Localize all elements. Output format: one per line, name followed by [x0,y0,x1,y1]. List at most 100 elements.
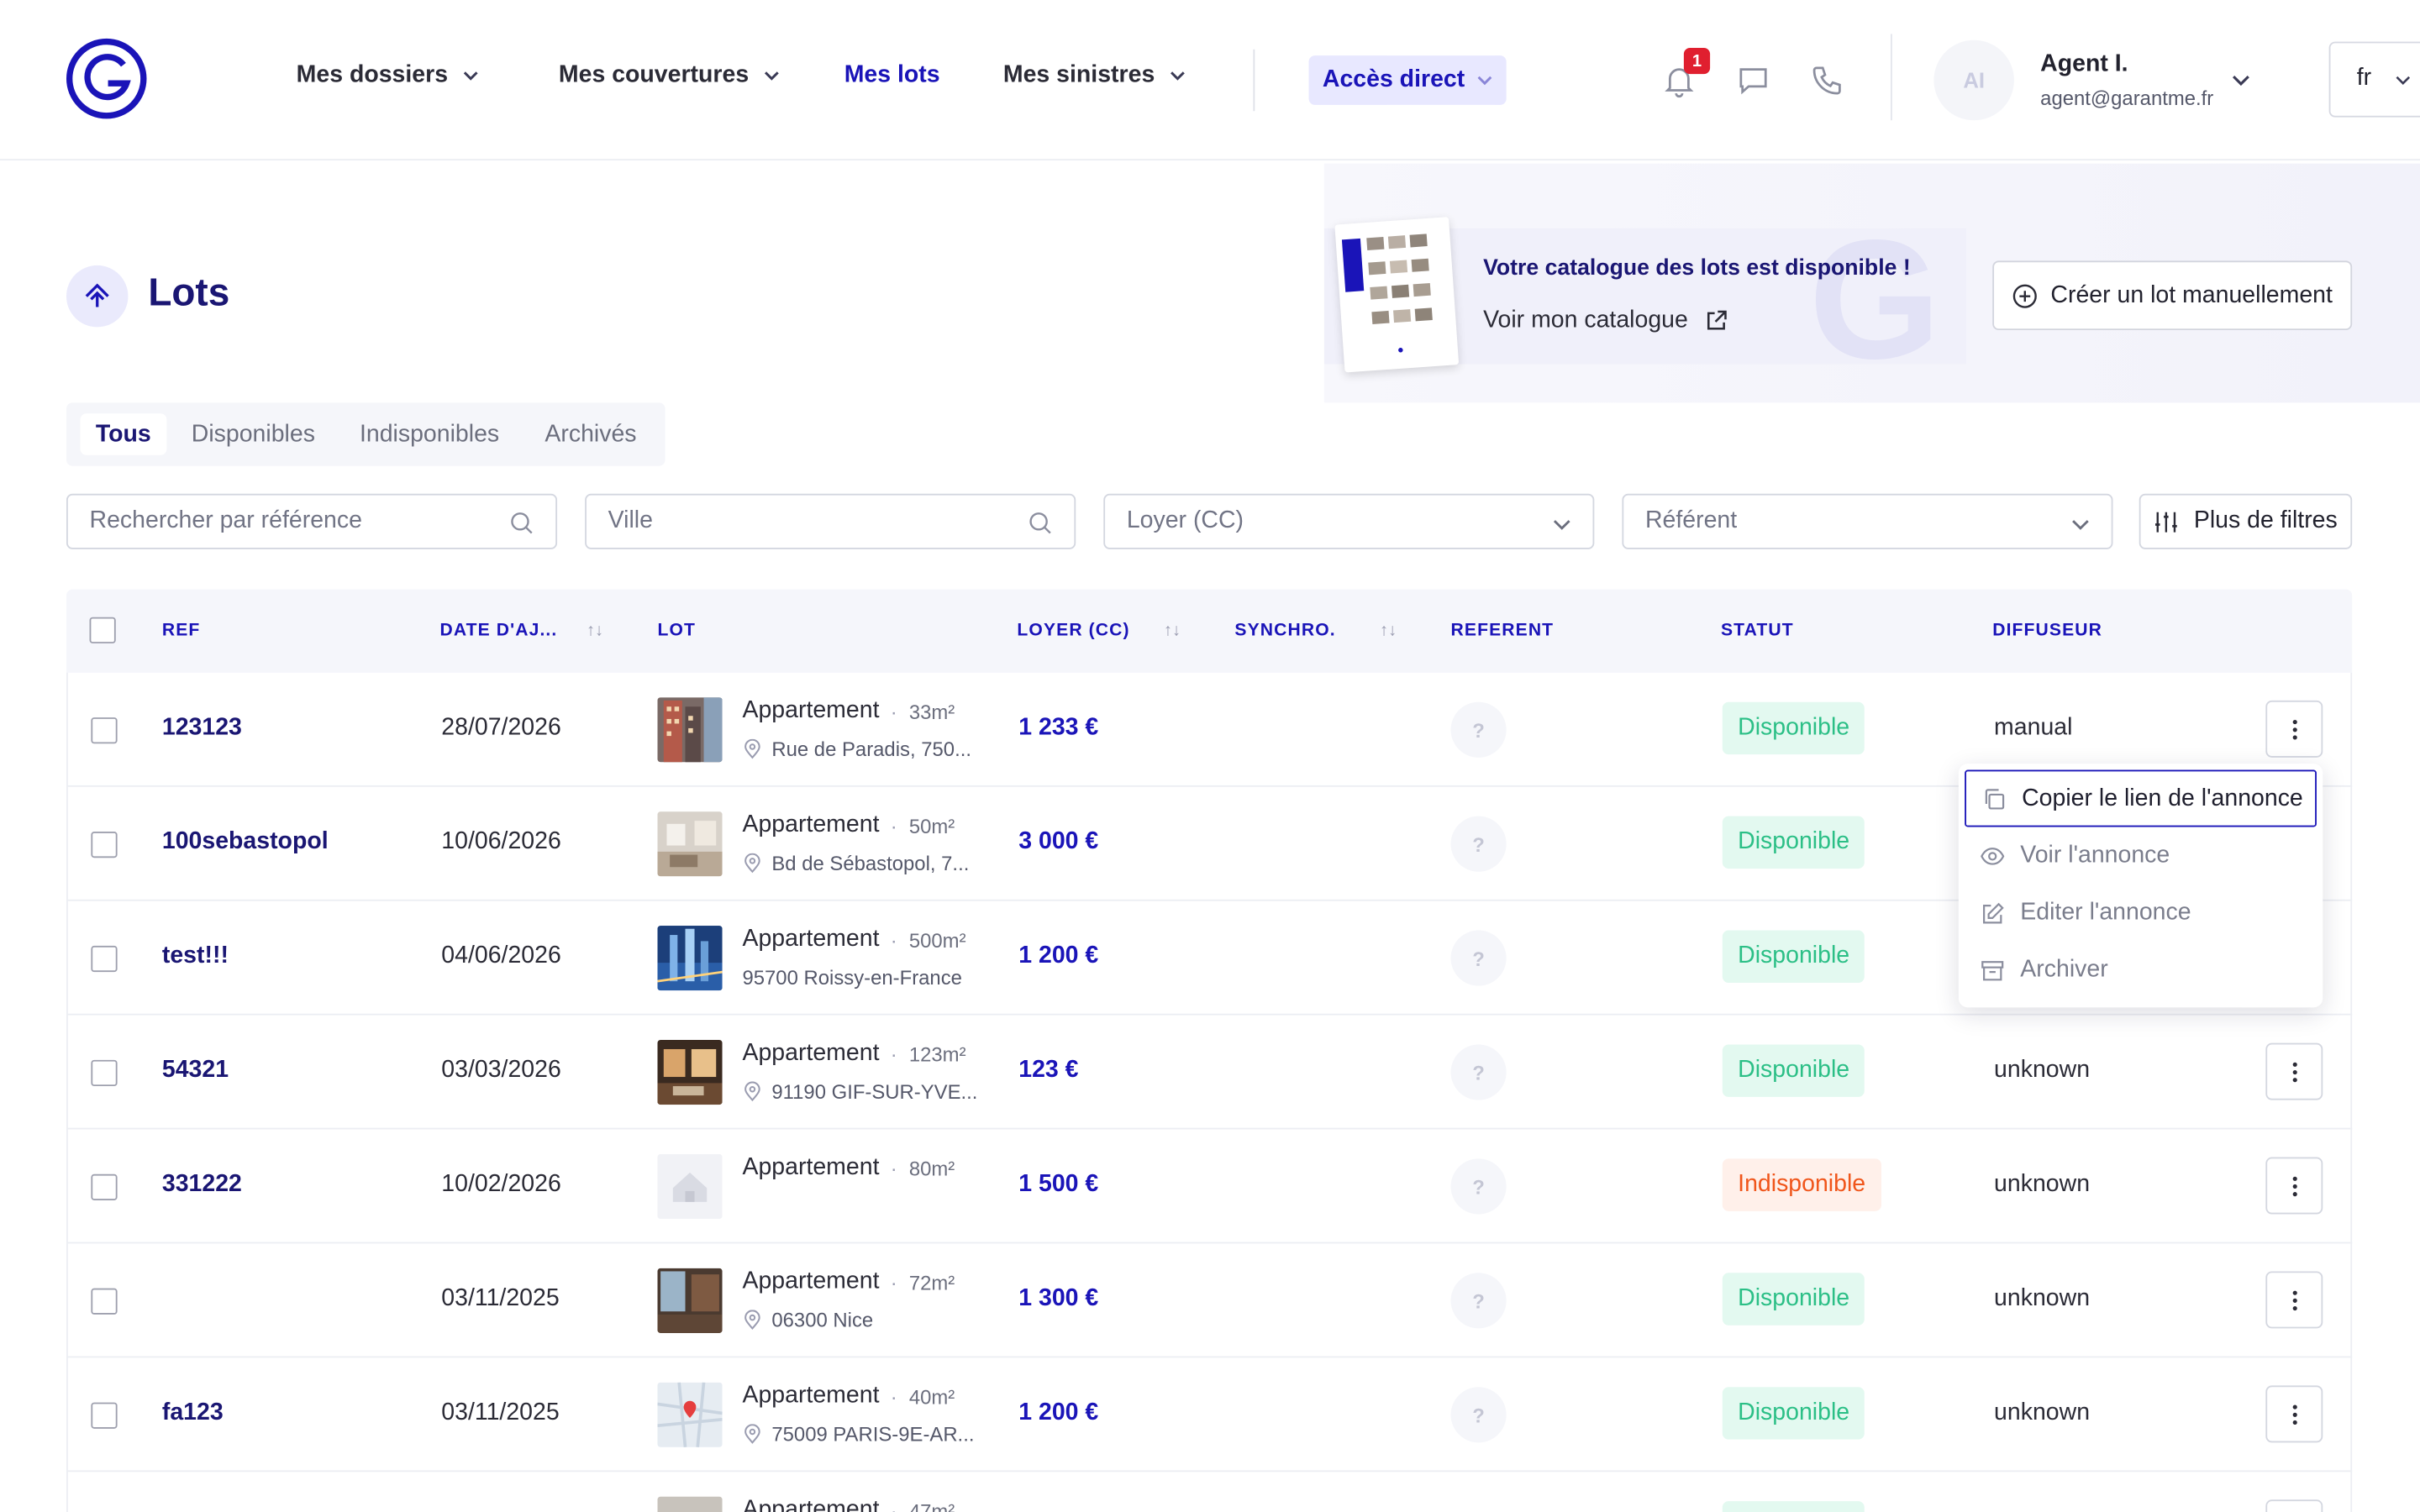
menu-edit-listing[interactable]: Editer l'annonce [1965,884,2317,941]
create-lot-button[interactable]: Créer un lot manuellement [1992,260,2353,331]
referent-unknown-avatar[interactable]: ? [1450,1044,1507,1100]
sort-icon[interactable]: ↑↓ [1380,622,1397,640]
table-header: REF DATE D'AJ... ↑↓ LOT LOYER (CC) ↑↓ SY… [66,589,2353,673]
row-checkbox[interactable] [91,832,118,858]
chevron-down-icon [1477,76,1492,86]
search-ref-input[interactable]: Rechercher par référence [66,493,558,549]
row-actions-button[interactable] [2265,700,2323,758]
avatar[interactable]: AI [1933,39,2014,121]
status-badge: Disponible [1722,1273,1865,1326]
table-row[interactable]: 03/11/2025 Appartement · 72m² 06300 Nice… [66,1243,2353,1358]
view-catalog-link[interactable]: Voir mon catalogue [1483,307,1728,335]
referent-unknown-avatar[interactable]: ? [1450,1273,1507,1329]
lot-area: 72m² [908,1271,955,1295]
table-row[interactable]: fa123 03/11/2025 Appartement · 40m² 7500… [66,1357,2353,1473]
direct-access-button[interactable]: Accès direct [1308,55,1507,105]
row-diffuseur: unknown [1994,1171,2091,1198]
col-sync[interactable]: SYNCHRO. [1234,622,1335,640]
col-ref: REF [161,622,201,641]
row-diffuseur: unknown [1994,1399,2091,1426]
nav-mes-sinistres[interactable]: Mes sinistres [1003,61,1186,89]
col-referent: REFERENT [1450,622,1555,641]
col-rent[interactable]: LOYER (CC) [1017,622,1129,640]
lot-address: Rue de Paradis, 750... [742,738,971,761]
table-row[interactable]: 331222 10/02/2026 Appartement · 80m² 1 5… [66,1129,2353,1244]
page-title: Lots [148,271,230,315]
menu-view-listing[interactable]: Voir l'annonce [1965,827,2317,884]
nav-mes-lots[interactable]: Mes lots [844,61,940,89]
row-checkbox[interactable] [91,1173,118,1200]
row-actions-button[interactable] [2265,1499,2323,1512]
referent-unknown-avatar[interactable]: ? [1450,1387,1507,1443]
referent-select[interactable]: Référent [1622,493,2113,549]
separator-dot: · [890,1499,897,1512]
row-checkbox[interactable] [91,1288,118,1315]
separator-dot: · [890,928,897,953]
referent-unknown-avatar[interactable]: ? [1450,930,1507,986]
nav-mes-dossiers[interactable]: Mes dossiers [297,61,479,89]
row-date: 03/03/2026 [441,1057,561,1084]
search-icon [1029,512,1051,534]
referent-unknown-avatar[interactable]: ? [1450,816,1507,872]
table-right-border [2350,672,2353,1512]
more-vertical-icon [2291,1061,2296,1082]
status-badge: Indisponible [1722,1158,1881,1211]
chat-icon[interactable] [1734,61,1771,98]
row-ref[interactable]: 54321 [162,1057,229,1084]
row-date: 03/11/2025 [441,1399,560,1426]
lot-type: Appartement [742,1382,880,1409]
table-row[interactable]: 54321 03/03/2026 Appartement · 123m² 911… [66,1016,2353,1130]
lot-type: Appartement [742,1268,880,1295]
row-ref[interactable]: fa123 [162,1399,224,1427]
sort-icon[interactable]: ↑↓ [587,622,603,640]
sort-icon[interactable]: ↑↓ [1164,622,1181,640]
user-name[interactable]: Agent I. [2040,51,2128,79]
tab-disponibles[interactable]: Disponibles [192,413,315,455]
row-actions-button[interactable] [2265,1157,2323,1215]
select-all-checkbox[interactable] [89,617,116,643]
row-ref[interactable]: 100sebastopol [162,828,329,856]
row-ref[interactable]: test!!! [162,942,229,970]
row-rent: 1 300 € [1018,1285,1099,1312]
lot-type: Appartement [742,926,880,953]
row-rent: 1 200 € [1018,1399,1099,1426]
catalog-preview-icon [1334,217,1460,373]
row-actions-button[interactable] [2265,1042,2323,1100]
tab-indisponibles[interactable]: Indisponibles [360,413,499,455]
status-badge: Disponible [1722,701,1865,755]
row-actions-button[interactable] [2265,1385,2323,1443]
referent-unknown-avatar[interactable]: ? [1450,1158,1507,1215]
status-tabs: Tous Disponibles Indisponibles Archivés [66,402,666,466]
tab-tous[interactable]: Tous [80,413,167,455]
col-status: STATUT [1720,622,1794,641]
language-select[interactable]: fr [2328,41,2420,118]
nav-mes-couvertures[interactable]: Mes couvertures [559,61,780,89]
row-checkbox[interactable] [91,1402,118,1429]
city-input[interactable]: Ville [585,493,1076,549]
chevron-down-icon[interactable] [2232,71,2250,89]
garantme-logo-icon[interactable] [65,37,148,120]
user-email: agent@garantme.fr [2040,86,2214,110]
rent-select[interactable]: Loyer (CC) [1103,493,1595,549]
lot-address: 95700 Roissy-en-France [742,965,962,990]
separator-dot: · [890,1271,897,1295]
tab-archives[interactable]: Archivés [544,413,636,455]
more-vertical-icon [2291,719,2296,739]
menu-copy-link[interactable]: Copier le lien de l'annonce [1965,769,2317,827]
search-icon [511,512,533,534]
phone-icon[interactable] [1809,61,1846,98]
row-checkbox[interactable] [91,717,118,744]
row-checkbox[interactable] [91,1059,118,1087]
row-actions-button[interactable] [2265,1271,2323,1329]
referent-unknown-avatar[interactable]: ? [1450,701,1507,758]
table-row[interactable]: Appartement · 47m² [66,1472,2352,1512]
menu-archive[interactable]: Archiver [1965,941,2317,998]
lot-address: 91190 GIF-SUR-YVE... [742,1080,977,1103]
row-ref[interactable]: 123123 [162,714,242,742]
row-date: 03/11/2025 [441,1285,560,1312]
lot-photo [657,1268,723,1333]
more-filters-button[interactable]: Plus de filtres [2139,493,2353,549]
col-date[interactable]: DATE D'AJ... [439,622,557,640]
row-checkbox[interactable] [91,945,118,973]
row-ref[interactable]: 331222 [162,1171,242,1199]
